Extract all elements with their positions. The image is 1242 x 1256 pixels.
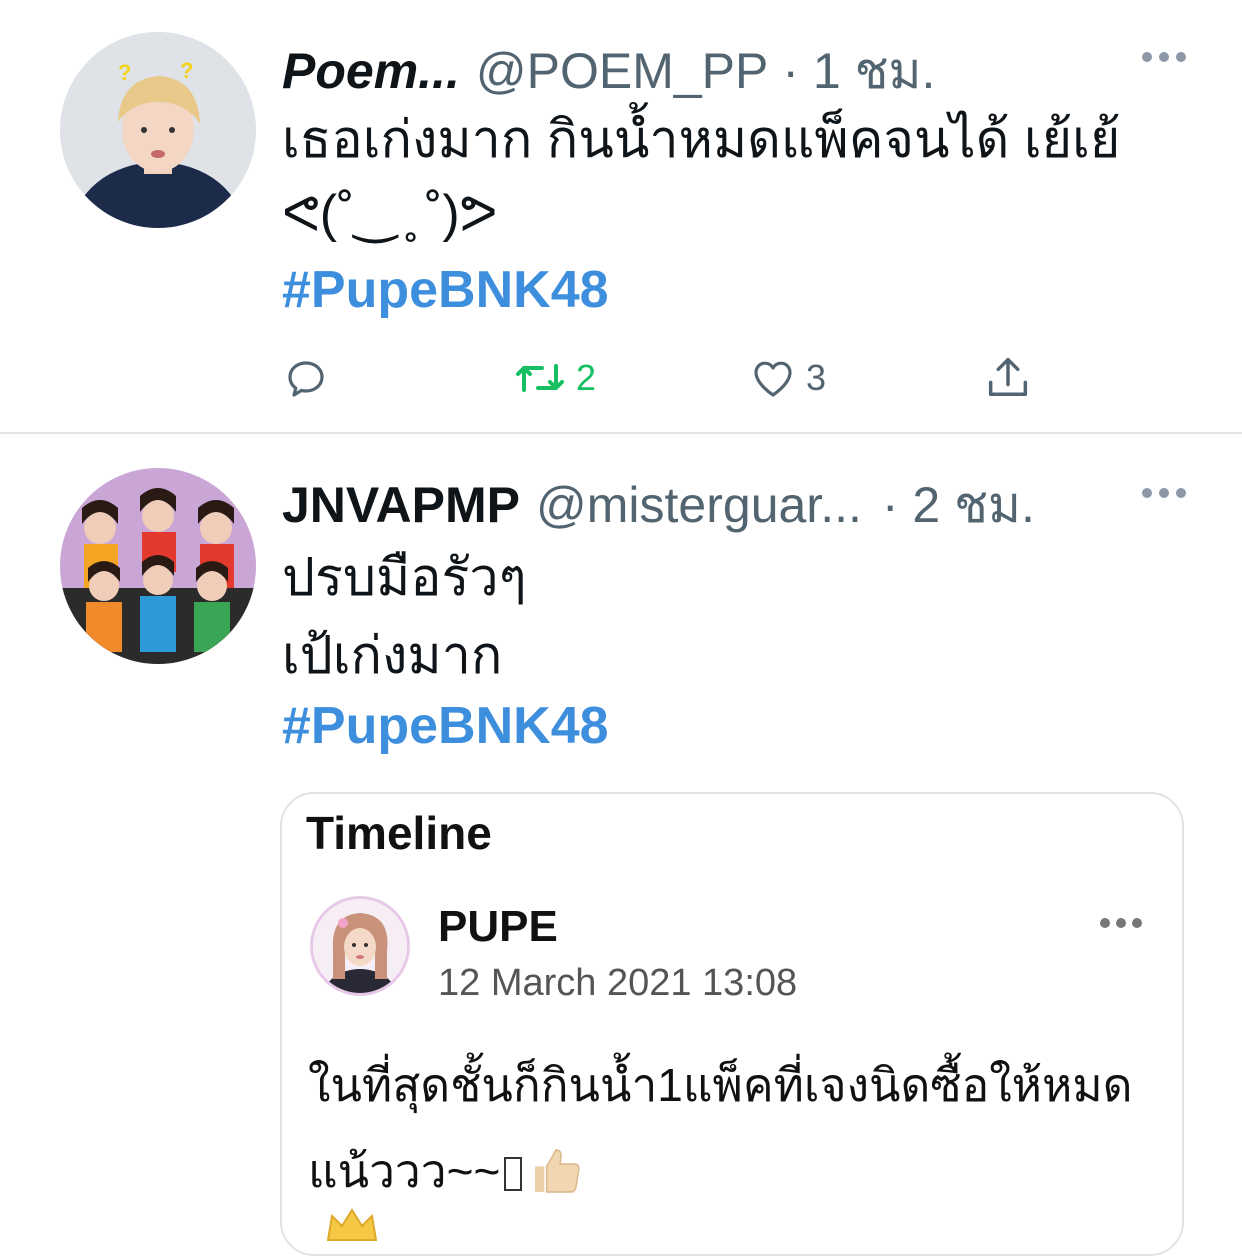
card-avatar [310,896,410,996]
card-text-line1: ในที่สุดชั้นก็กินน้ำ1แพ็คที่เจงนิดซื้อให… [308,1059,1133,1111]
tweet-text-line2: เป้เก่งมาก [282,627,503,685]
hashtag-link[interactable]: #PupeBNK48 [282,696,609,756]
like-count: 3 [806,357,827,398]
retweet-button[interactable]: 2 [512,350,596,406]
attached-image-card[interactable]: Timeline PUPE 12 March 2021 13:08 ในที่ส… [280,792,1184,1256]
timestamp[interactable]: · 1 ชม. [782,32,935,111]
avatar[interactable]: ? ? [60,32,256,228]
card-author-name: PUPE [438,902,558,951]
card-date: 12 March 2021 13:08 [438,962,798,1004]
svg-text:?: ? [180,58,193,83]
share-button[interactable] [982,350,1034,406]
like-button[interactable]: 3 [748,350,826,406]
reply-icon [288,361,324,397]
user-handle[interactable]: @misterguar... [536,476,862,534]
tweet-header: Poem... @POEM_PP · 1 ชม. [282,32,935,99]
avatar[interactable] [60,468,256,664]
heart-icon [754,361,792,397]
tweet-1[interactable]: ? ? Poem... @POEM_PP · 1 ชม. เธอเก่งมาก … [0,0,1242,432]
tweet-text-line2: ᕙ(˚‿ ̥ ˚)ᕗ [282,185,498,243]
card-more-icon [1100,918,1142,930]
thumbs-up-icon [528,1140,584,1226]
retweet-icon [516,364,564,392]
timestamp[interactable]: · 2 ชม. [882,466,1035,545]
display-name[interactable]: JNVAPMP [282,476,520,534]
tweet-text-line1: ปรบมือรัวๆ [282,549,527,607]
tweet-header: JNVAPMP @misterguar... · 2 ชม. [282,466,1035,533]
display-name[interactable]: Poem... [282,42,460,100]
reply-button[interactable] [282,350,330,406]
more-options-icon[interactable] [1142,486,1186,500]
hashtag-link[interactable]: #PupeBNK48 [282,260,609,320]
svg-text:?: ? [118,60,131,85]
crown-icon [322,1204,382,1249]
tweet-actions: 2 3 [282,350,1042,406]
missing-glyph-icon [504,1157,523,1191]
share-icon [988,357,1028,396]
tweet-text-line1: เธอเก่งมาก กินน้ำหมดแพ็คจนได้ เย้เย้ [282,111,1121,169]
more-options-icon[interactable] [1142,50,1186,64]
card-text-line2-text: แน้ววว~~ [308,1145,501,1197]
card-title: Timeline [306,807,492,859]
retweet-count: 2 [576,357,597,398]
user-handle[interactable]: @POEM_PP [476,42,769,100]
